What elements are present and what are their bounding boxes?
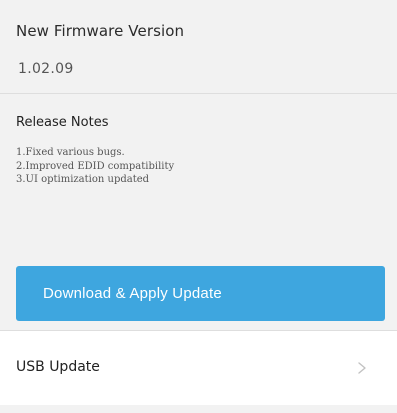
chevron-right-icon: [358, 362, 366, 374]
release-note-item: 2.Improved EDID compatibility: [16, 160, 175, 172]
release-notes-list: 1.Fixed various bugs. 2.Improved EDID co…: [16, 146, 174, 187]
release-note-item: 1.Fixed various bugs.: [16, 147, 125, 158]
bottom-strip: [0, 405, 397, 413]
usb-update-row[interactable]: USB Update: [0, 331, 397, 405]
release-notes-title: Release Notes: [16, 115, 109, 130]
download-apply-update-label: Download & Apply Update: [43, 285, 222, 302]
download-apply-update-button[interactable]: Download & Apply Update: [16, 266, 385, 321]
firmware-version-value: 1.02.09: [18, 61, 74, 77]
release-note-item: 3.UI optimization updated: [16, 174, 150, 185]
firmware-version-section: New Firmware Version 1.02.09: [0, 0, 397, 93]
usb-update-label: USB Update: [16, 359, 100, 375]
firmware-update-screen: New Firmware Version 1.02.09 Release Not…: [0, 0, 397, 413]
firmware-version-title: New Firmware Version: [16, 22, 185, 40]
